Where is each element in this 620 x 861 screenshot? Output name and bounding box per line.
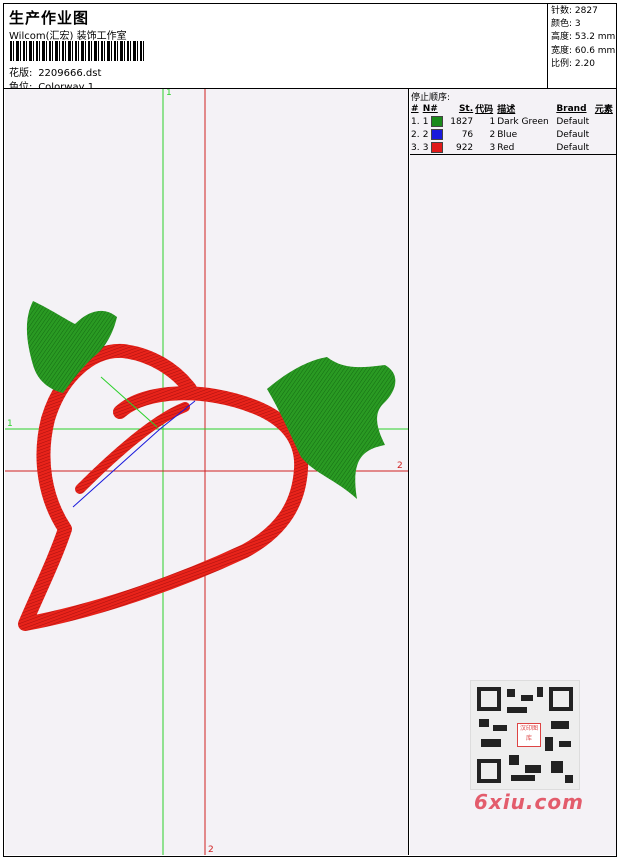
watermark: 6xiu.com [474,790,584,814]
barcode [10,41,145,61]
row-code: 1 [489,116,496,127]
col-stitches: St. [458,103,474,114]
guide-label-v1: 1 [166,89,172,98]
row-needle: 2 [422,130,429,140]
row-brand: Default [556,142,590,153]
blue-running-stitch [72,400,196,508]
col-brand: Brand [556,103,587,114]
guide-label-h2: 2 [397,461,403,471]
row-needle: 3 [422,143,429,153]
row-element [594,128,616,141]
qr-center-logo: 汉印图库 [517,723,541,747]
table-row[interactable]: 2. 2 76 2 Blue Default [410,128,616,141]
row-brand: Default [556,129,590,140]
col-needle: N# [422,103,438,114]
page-title: 生产作业图 [9,9,90,27]
row-index: 1. [411,116,420,127]
worksheet-header: 生产作业图 Wilcom(汇宏) 装饰工作室 花版: 2209666.dst 色… [3,3,617,93]
row-stitches: 922 [455,142,474,153]
row-index: 2. [411,129,420,140]
design-canvas[interactable]: 1 2 1 2 [5,89,409,855]
color-swatch [431,129,444,140]
scale-ratio: 比例: 2.20 [551,58,595,69]
company-name: Wilcom(汇宏) 装饰工作室 [9,31,127,42]
design-height: 高度: 53.2 mm [551,32,616,43]
row-element [594,115,616,128]
guide-label-h1: 1 [7,419,13,429]
table-row[interactable]: 1. 1 1827 1 Dark Green Default [410,115,616,128]
embroidery-preview [5,89,408,855]
row-brand: Default [556,116,590,127]
stop-sequence-heading: 停止顺序: [411,93,451,103]
row-description: Blue [497,129,518,140]
row-stitches: 76 [461,129,474,140]
red-inner-stitches [75,402,190,494]
row-description: Dark Green [497,116,549,127]
row-code: 2 [489,129,496,140]
col-element: 元素 [594,105,613,115]
color-count: 颜色: 3 [551,19,581,30]
table-row[interactable]: 3. 3 922 3 Red Default [410,141,616,155]
stats-panel: 针数: 2827 颜色: 3 高度: 53.2 mm 宽度: 60.6 mm 比… [547,3,617,88]
stop-sequence-table: # N# St. 代码 描述 Brand 元素 1. 1 1827 1 Dark… [410,102,616,155]
qr-code: 汉印图库 [470,680,580,790]
row-description: Red [497,142,515,153]
color-swatch [431,116,444,127]
stitch-count: 针数: 2827 [551,6,598,16]
row-index: 3. [411,142,420,153]
col-description: 描述 [497,105,516,115]
row-code: 3 [489,142,496,153]
guide-label-v2: 2 [208,845,214,855]
design-label: 花版: [9,68,33,79]
color-swatch [431,142,444,153]
row-element [594,141,616,155]
design-width: 宽度: 60.6 mm [551,45,616,56]
col-code: 代码 [475,105,494,115]
row-stitches: 1827 [450,116,474,127]
row-needle: 1 [422,117,429,127]
design-info: 花版: 2209666.dst [9,64,101,79]
col-index: # [411,103,419,114]
